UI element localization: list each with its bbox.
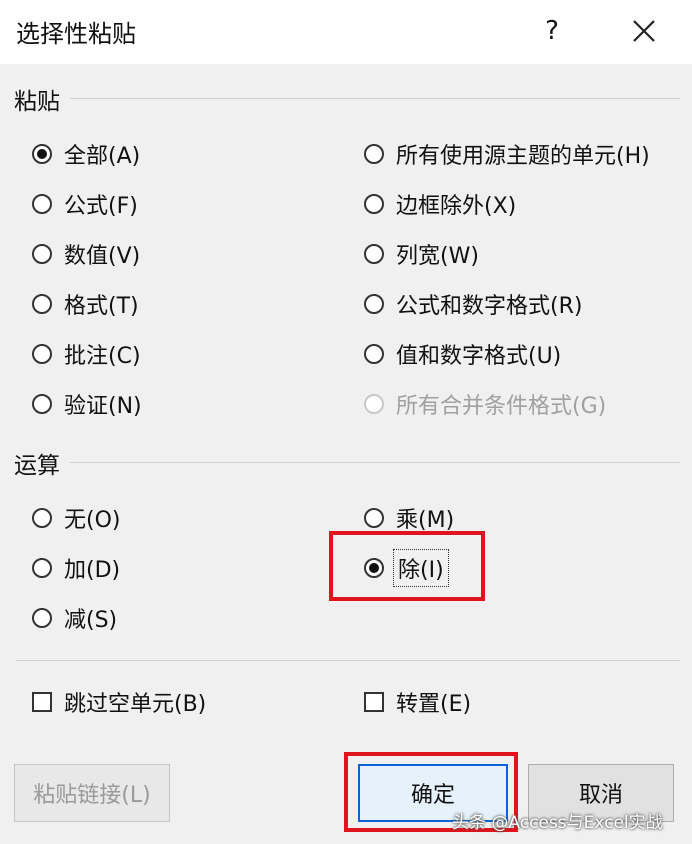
paste-formulas-label: 公式(F) xyxy=(64,194,138,219)
skip-blanks-checkbox[interactable] xyxy=(32,692,52,712)
paste-column-widths-label: 列宽(W) xyxy=(396,244,479,269)
paste-source-theme-option[interactable]: 所有使用源主题的单元(H) xyxy=(364,136,650,172)
paste-link-button: 粘贴链接(L) xyxy=(14,764,170,822)
paste-comments-label: 批注(C) xyxy=(64,344,141,369)
paste-formats-label: 格式(T) xyxy=(64,294,139,319)
paste-validation-label: 验证(N) xyxy=(64,394,142,419)
paste-validation-option[interactable]: 验证(N) xyxy=(32,386,142,422)
checkbox-separator xyxy=(16,660,680,661)
paste-source-theme-radio[interactable] xyxy=(364,144,384,164)
paste-merge-conditional-formats-option: 所有合并条件格式(G) xyxy=(364,386,606,422)
paste-merge-conditional-formats-radio xyxy=(364,394,384,414)
operation-group-label: 运算 xyxy=(14,453,60,479)
paste-group-label: 粘贴 xyxy=(14,89,60,115)
paste-values-label: 数值(V) xyxy=(64,244,141,269)
paste-except-borders-label: 边框除外(X) xyxy=(396,194,517,219)
paste-column-widths-option[interactable]: 列宽(W) xyxy=(364,236,479,272)
dialog-title: 选择性粘贴 xyxy=(16,20,136,48)
close-button[interactable] xyxy=(620,6,668,56)
paste-formulas-radio[interactable] xyxy=(32,194,52,214)
paste-formats-radio[interactable] xyxy=(32,294,52,314)
operation-multiply-label: 乘(M) xyxy=(396,508,455,533)
operation-add-label: 加(D) xyxy=(64,558,121,583)
operation-none-radio[interactable] xyxy=(32,508,52,528)
transpose-option[interactable]: 转置(E) xyxy=(364,684,471,720)
paste-column-widths-radio[interactable] xyxy=(364,244,384,264)
paste-values-number-formats-label: 值和数字格式(U) xyxy=(396,344,562,369)
operation-subtract-option[interactable]: 减(S) xyxy=(32,600,117,636)
paste-values-radio[interactable] xyxy=(32,244,52,264)
paste-values-number-formats-radio[interactable] xyxy=(364,344,384,364)
skip-blanks-option[interactable]: 跳过空单元(B) xyxy=(32,684,206,720)
transpose-checkbox[interactable] xyxy=(364,692,384,712)
close-icon xyxy=(633,20,655,42)
paste-comments-radio[interactable] xyxy=(32,344,52,364)
operation-add-radio[interactable] xyxy=(32,558,52,578)
paste-all-option[interactable]: 全部(A) xyxy=(32,136,140,172)
operation-none-option[interactable]: 无(O) xyxy=(32,500,120,536)
paste-all-radio[interactable] xyxy=(32,144,52,164)
paste-formulas-option[interactable]: 公式(F) xyxy=(32,186,138,222)
paste-comments-option[interactable]: 批注(C) xyxy=(32,336,141,372)
help-button[interactable]: ? xyxy=(528,6,576,56)
transpose-label: 转置(E) xyxy=(396,692,472,717)
paste-formats-option[interactable]: 格式(T) xyxy=(32,286,139,322)
skip-blanks-label: 跳过空单元(B) xyxy=(64,692,207,717)
paste-all-label: 全部(A) xyxy=(64,144,141,169)
operation-add-option[interactable]: 加(D) xyxy=(32,550,120,586)
title-bar: 选择性粘贴 ? xyxy=(0,0,692,64)
operation-none-label: 无(O) xyxy=(64,508,121,533)
operation-multiply-radio[interactable] xyxy=(364,508,384,528)
paste-merge-conditional-formats-label: 所有合并条件格式(G) xyxy=(396,394,607,419)
paste-formulas-number-formats-label: 公式和数字格式(R) xyxy=(396,294,583,319)
operation-subtract-radio[interactable] xyxy=(32,608,52,628)
paste-source-theme-label: 所有使用源主题的单元(H) xyxy=(396,144,650,169)
operation-subtract-label: 减(S) xyxy=(64,608,118,633)
paste-validation-radio[interactable] xyxy=(32,394,52,414)
paste-group-separator xyxy=(70,98,680,99)
watermark: 头条 @Access与Excel实战 xyxy=(452,813,663,833)
paste-values-number-formats-option[interactable]: 值和数字格式(U) xyxy=(364,336,561,372)
paste-formulas-number-formats-radio[interactable] xyxy=(364,294,384,314)
paste-values-option[interactable]: 数值(V) xyxy=(32,236,140,272)
operation-group-separator xyxy=(70,462,680,463)
paste-except-borders-radio[interactable] xyxy=(364,194,384,214)
divide-highlight-box xyxy=(329,531,485,601)
paste-except-borders-option[interactable]: 边框除外(X) xyxy=(364,186,516,222)
paste-formulas-number-formats-option[interactable]: 公式和数字格式(R) xyxy=(364,286,582,322)
